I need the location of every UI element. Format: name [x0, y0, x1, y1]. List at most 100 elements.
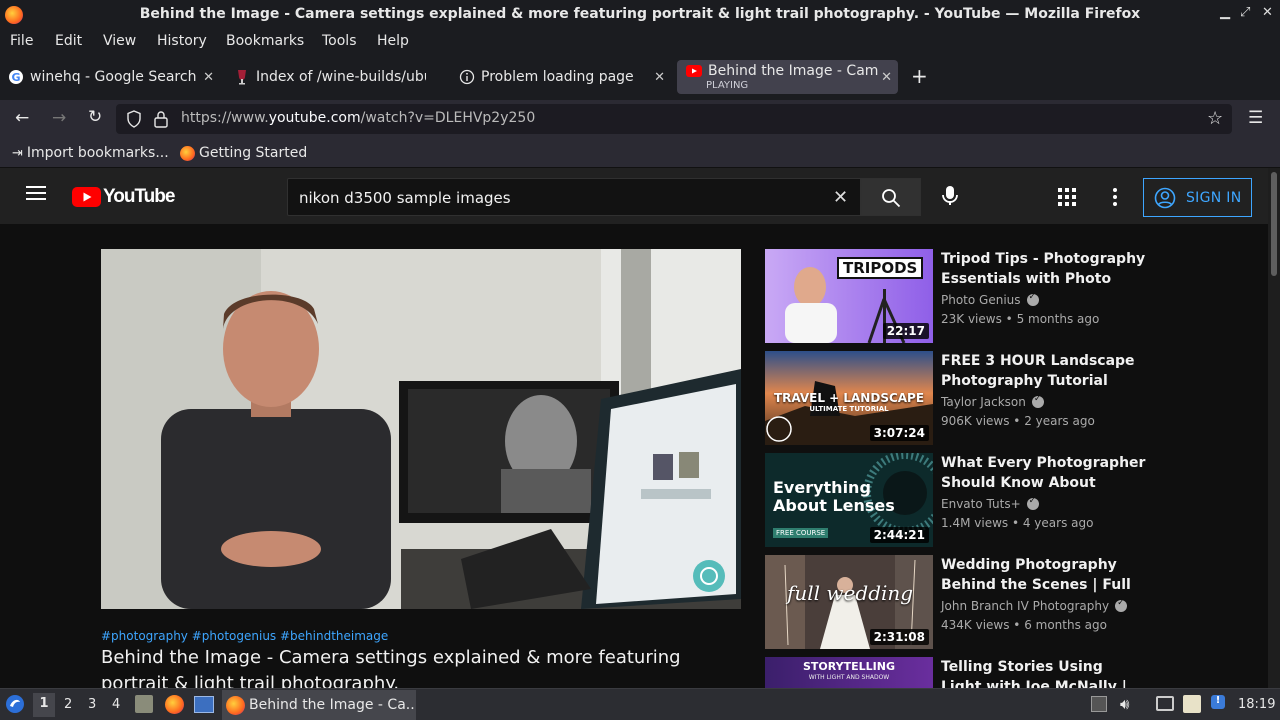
video-thumbnail[interactable]: TRAVEL + LANDSCAPE ULTIMATE TUTORIAL 3:0… [765, 351, 933, 445]
microphone-icon[interactable] [940, 185, 960, 211]
video-thumbnail[interactable]: TRIPODS 22:17 [765, 249, 933, 343]
tab-label: winehq - Google Search [30, 69, 197, 85]
bookmark-label: Import bookmarks... [26, 145, 169, 161]
clipboard-icon[interactable] [1183, 695, 1201, 713]
clear-search-icon[interactable]: ✕ [833, 187, 848, 208]
hamburger-menu-icon[interactable]: ☰ [1248, 108, 1263, 128]
bookmark-star-icon[interactable]: ☆ [1207, 108, 1223, 129]
workspace-2[interactable]: 2 [64, 697, 72, 712]
youtube-logo-text: YouTube [103, 186, 175, 207]
youtube-logo[interactable]: YouTube [72, 186, 175, 208]
wine-icon [234, 69, 250, 85]
channel-name[interactable]: Envato Tuts+ [941, 496, 1039, 511]
search-input[interactable]: nikon d3500 sample images ✕ [287, 178, 861, 216]
desktop-icon[interactable] [194, 696, 214, 713]
page-scrollbar[interactable] [1268, 168, 1280, 688]
channel-name[interactable]: Photo Genius [941, 292, 1039, 307]
bookmark-label: Getting Started [199, 145, 308, 161]
taskbar: 1 2 3 4 Behind the Image - Ca... 🔊︎ ! 18… [0, 688, 1280, 720]
menu-tools[interactable]: Tools [322, 33, 357, 49]
recommendation-item[interactable]: TRIPODS 22:17 Tripod Tips - Photography … [765, 249, 1145, 343]
workspace-3[interactable]: 3 [88, 697, 96, 712]
recommendation-item[interactable]: TRAVEL + LANDSCAPE ULTIMATE TUTORIAL 3:0… [765, 351, 1145, 445]
search-button[interactable] [861, 178, 921, 216]
taskbar-app-label: Behind the Image - Ca... [249, 697, 416, 713]
workspace-4[interactable]: 4 [112, 697, 120, 712]
window-titlebar: Behind the Image - Camera settings expla… [0, 0, 1280, 30]
tab-youtube-active[interactable]: Behind the Image - Came PLAYING ✕ [677, 60, 898, 94]
taskbar-app-firefox[interactable]: Behind the Image - Ca... [222, 690, 416, 720]
recommendation-item[interactable]: STORYTELLING WITH LIGHT AND SHADOW Telli… [765, 657, 1145, 688]
file-manager-icon[interactable] [135, 695, 153, 713]
video-thumbnail[interactable]: STORYTELLING WITH LIGHT AND SHADOW [765, 657, 933, 688]
tab-problem-loading[interactable]: Problem loading page ✕ [459, 60, 671, 94]
menu-file[interactable]: File [10, 33, 33, 49]
menu-history[interactable]: History [157, 33, 207, 49]
youtube-page: YouTube nikon d3500 sample images ✕ SIGN… [0, 168, 1280, 688]
maximize-icon[interactable]: ⤢ [1240, 5, 1250, 20]
account-icon [1154, 187, 1176, 208]
more-options-icon[interactable] [1112, 187, 1118, 211]
recommendation-title[interactable]: Tripod Tips - Photography Essentials wit… [941, 249, 1146, 289]
lock-icon[interactable] [154, 110, 168, 132]
back-icon[interactable]: ← [15, 108, 29, 128]
url-bar[interactable]: https://www.youtube.com/watch?v=DLEHVp2y… [116, 104, 1232, 134]
volume-icon[interactable]: 🔊︎ [1120, 695, 1129, 713]
shield-icon[interactable] [126, 110, 142, 132]
minimize-icon[interactable]: ▁ [1220, 5, 1230, 20]
scrollbar-thumb[interactable] [1271, 172, 1277, 276]
video-meta: 906K views • 2 years ago [941, 414, 1095, 428]
workspace-1[interactable]: 1 [33, 693, 55, 717]
close-tab-icon[interactable]: ✕ [654, 70, 665, 85]
new-tab-icon[interactable]: + [911, 64, 928, 88]
menu-help[interactable]: Help [377, 33, 409, 49]
close-window-icon[interactable]: ✕ [1262, 5, 1273, 20]
video-tags[interactable]: #photography #photogenius #behindtheimag… [101, 629, 388, 643]
clock[interactable]: 18:19 [1238, 697, 1275, 712]
menu-bookmarks[interactable]: Bookmarks [226, 33, 304, 49]
bookmark-getting-started[interactable]: Getting Started [180, 145, 307, 161]
tab-winehq[interactable]: G winehq - Google Search ✕ [8, 60, 220, 94]
start-menu-icon[interactable] [5, 694, 25, 718]
menu-bar: File Edit View History Bookmarks Tools H… [0, 30, 1280, 54]
bookmarks-toolbar: ⇥ Import bookmarks... Getting Started [0, 138, 1280, 168]
guide-menu-icon[interactable] [26, 185, 46, 205]
firefox-launcher-icon[interactable] [165, 695, 184, 714]
thumbnail-text: TRIPODS [837, 257, 924, 279]
url-text[interactable]: https://www.youtube.com/watch?v=DLEHVp2y… [181, 110, 535, 126]
video-frame [101, 249, 741, 609]
menu-view[interactable]: View [103, 33, 136, 49]
recommendation-item[interactable]: Everything About Lenses FREE COURSE 2:44… [765, 453, 1145, 547]
verified-icon [1026, 496, 1039, 510]
recommendation-title[interactable]: Telling Stories Using Light with Joe McN… [941, 657, 1146, 688]
menu-edit[interactable]: Edit [55, 33, 82, 49]
tab-wine-builds[interactable]: Index of /wine-builds/ubu [234, 60, 440, 94]
verified-icon [1115, 598, 1128, 612]
update-notifier-icon[interactable]: ! [1211, 695, 1225, 709]
channel-name[interactable]: John Branch IV Photography [941, 598, 1128, 613]
channel-name[interactable]: Taylor Jackson [941, 394, 1044, 409]
forward-icon[interactable]: → [52, 108, 66, 128]
network-icon[interactable] [1156, 696, 1174, 711]
recommendation-title[interactable]: What Every Photographer Should Know Abou… [941, 453, 1146, 493]
tab-label: Index of /wine-builds/ubu [256, 69, 426, 85]
video-thumbnail[interactable]: full wedding 2:31:08 [765, 555, 933, 649]
search-query: nikon d3500 sample images [299, 189, 511, 207]
thumbnail-text: STORYTELLING [803, 660, 895, 673]
apps-grid-icon[interactable] [1058, 188, 1076, 210]
close-tab-icon[interactable]: ✕ [203, 70, 214, 85]
close-tab-icon[interactable]: ✕ [881, 70, 892, 85]
firefox-icon [180, 145, 195, 161]
youtube-header: YouTube nikon d3500 sample images ✕ SIGN… [0, 168, 1268, 224]
bookmark-import[interactable]: ⇥ Import bookmarks... [12, 145, 169, 161]
video-thumbnail[interactable]: Everything About Lenses FREE COURSE 2:44… [765, 453, 933, 547]
tray-eject-icon[interactable] [1091, 696, 1107, 712]
reload-icon[interactable]: ↻ [88, 107, 102, 127]
recommendation-item[interactable]: full wedding 2:31:08 Wedding Photography… [765, 555, 1145, 649]
import-icon: ⇥ [12, 145, 23, 161]
sign-in-button[interactable]: SIGN IN [1143, 178, 1252, 217]
recommendation-title[interactable]: Wedding Photography Behind the Scenes | … [941, 555, 1146, 595]
video-player[interactable] [101, 249, 741, 609]
recommendation-title[interactable]: FREE 3 HOUR Landscape Photography Tutori… [941, 351, 1146, 391]
thumbnail-text: Everything About Lenses [773, 478, 895, 515]
